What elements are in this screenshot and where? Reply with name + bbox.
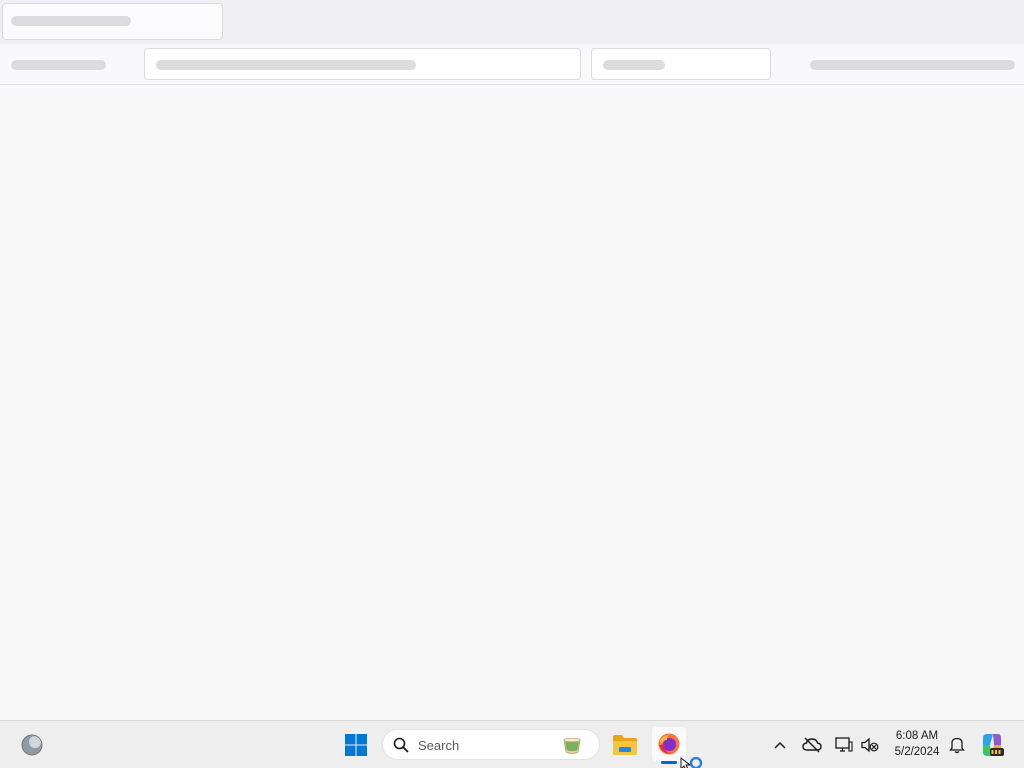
page-content-area (0, 85, 1024, 720)
clock-date: 5/2/2024 (894, 746, 940, 758)
copilot-icon[interactable] (978, 731, 1006, 759)
browser-window (0, 0, 1024, 720)
toolbar-label-placeholder (11, 60, 106, 70)
chevron-up-icon[interactable] (771, 735, 789, 755)
weather-widget-icon[interactable] (18, 731, 46, 759)
cup-icon (561, 734, 583, 761)
system-clock[interactable]: 6:08 AM 5/2/2024 (886, 728, 948, 760)
address-text-placeholder (156, 60, 416, 70)
windows-start-icon[interactable] (342, 731, 370, 759)
tab-strip (0, 0, 1024, 44)
folder-icon[interactable] (611, 731, 639, 759)
toolbar-right-placeholder (810, 60, 1015, 70)
secondary-text-placeholder (603, 60, 665, 70)
firefox-active-indicator (661, 761, 677, 764)
taskbar: Search 6:08 AM 5/2/2024 (0, 720, 1024, 768)
tab-title-placeholder (11, 16, 131, 26)
search-placeholder-text: Search (418, 738, 460, 753)
clock-time: 6:08 AM (895, 730, 939, 742)
firefox-icon[interactable] (652, 727, 686, 761)
search-icon (393, 737, 409, 758)
volume-muted-icon[interactable] (859, 734, 881, 756)
network-icon[interactable] (833, 734, 855, 756)
bell-icon[interactable] (946, 734, 968, 756)
search-box[interactable]: Search (382, 729, 600, 760)
address-placeholder-box[interactable] (144, 48, 581, 80)
busy-cursor (680, 757, 706, 768)
loading-toolbar (0, 44, 1024, 85)
secondary-placeholder-box[interactable] (591, 48, 771, 80)
loading-tab[interactable] (2, 3, 223, 40)
cloud-offline-icon[interactable] (801, 734, 823, 756)
